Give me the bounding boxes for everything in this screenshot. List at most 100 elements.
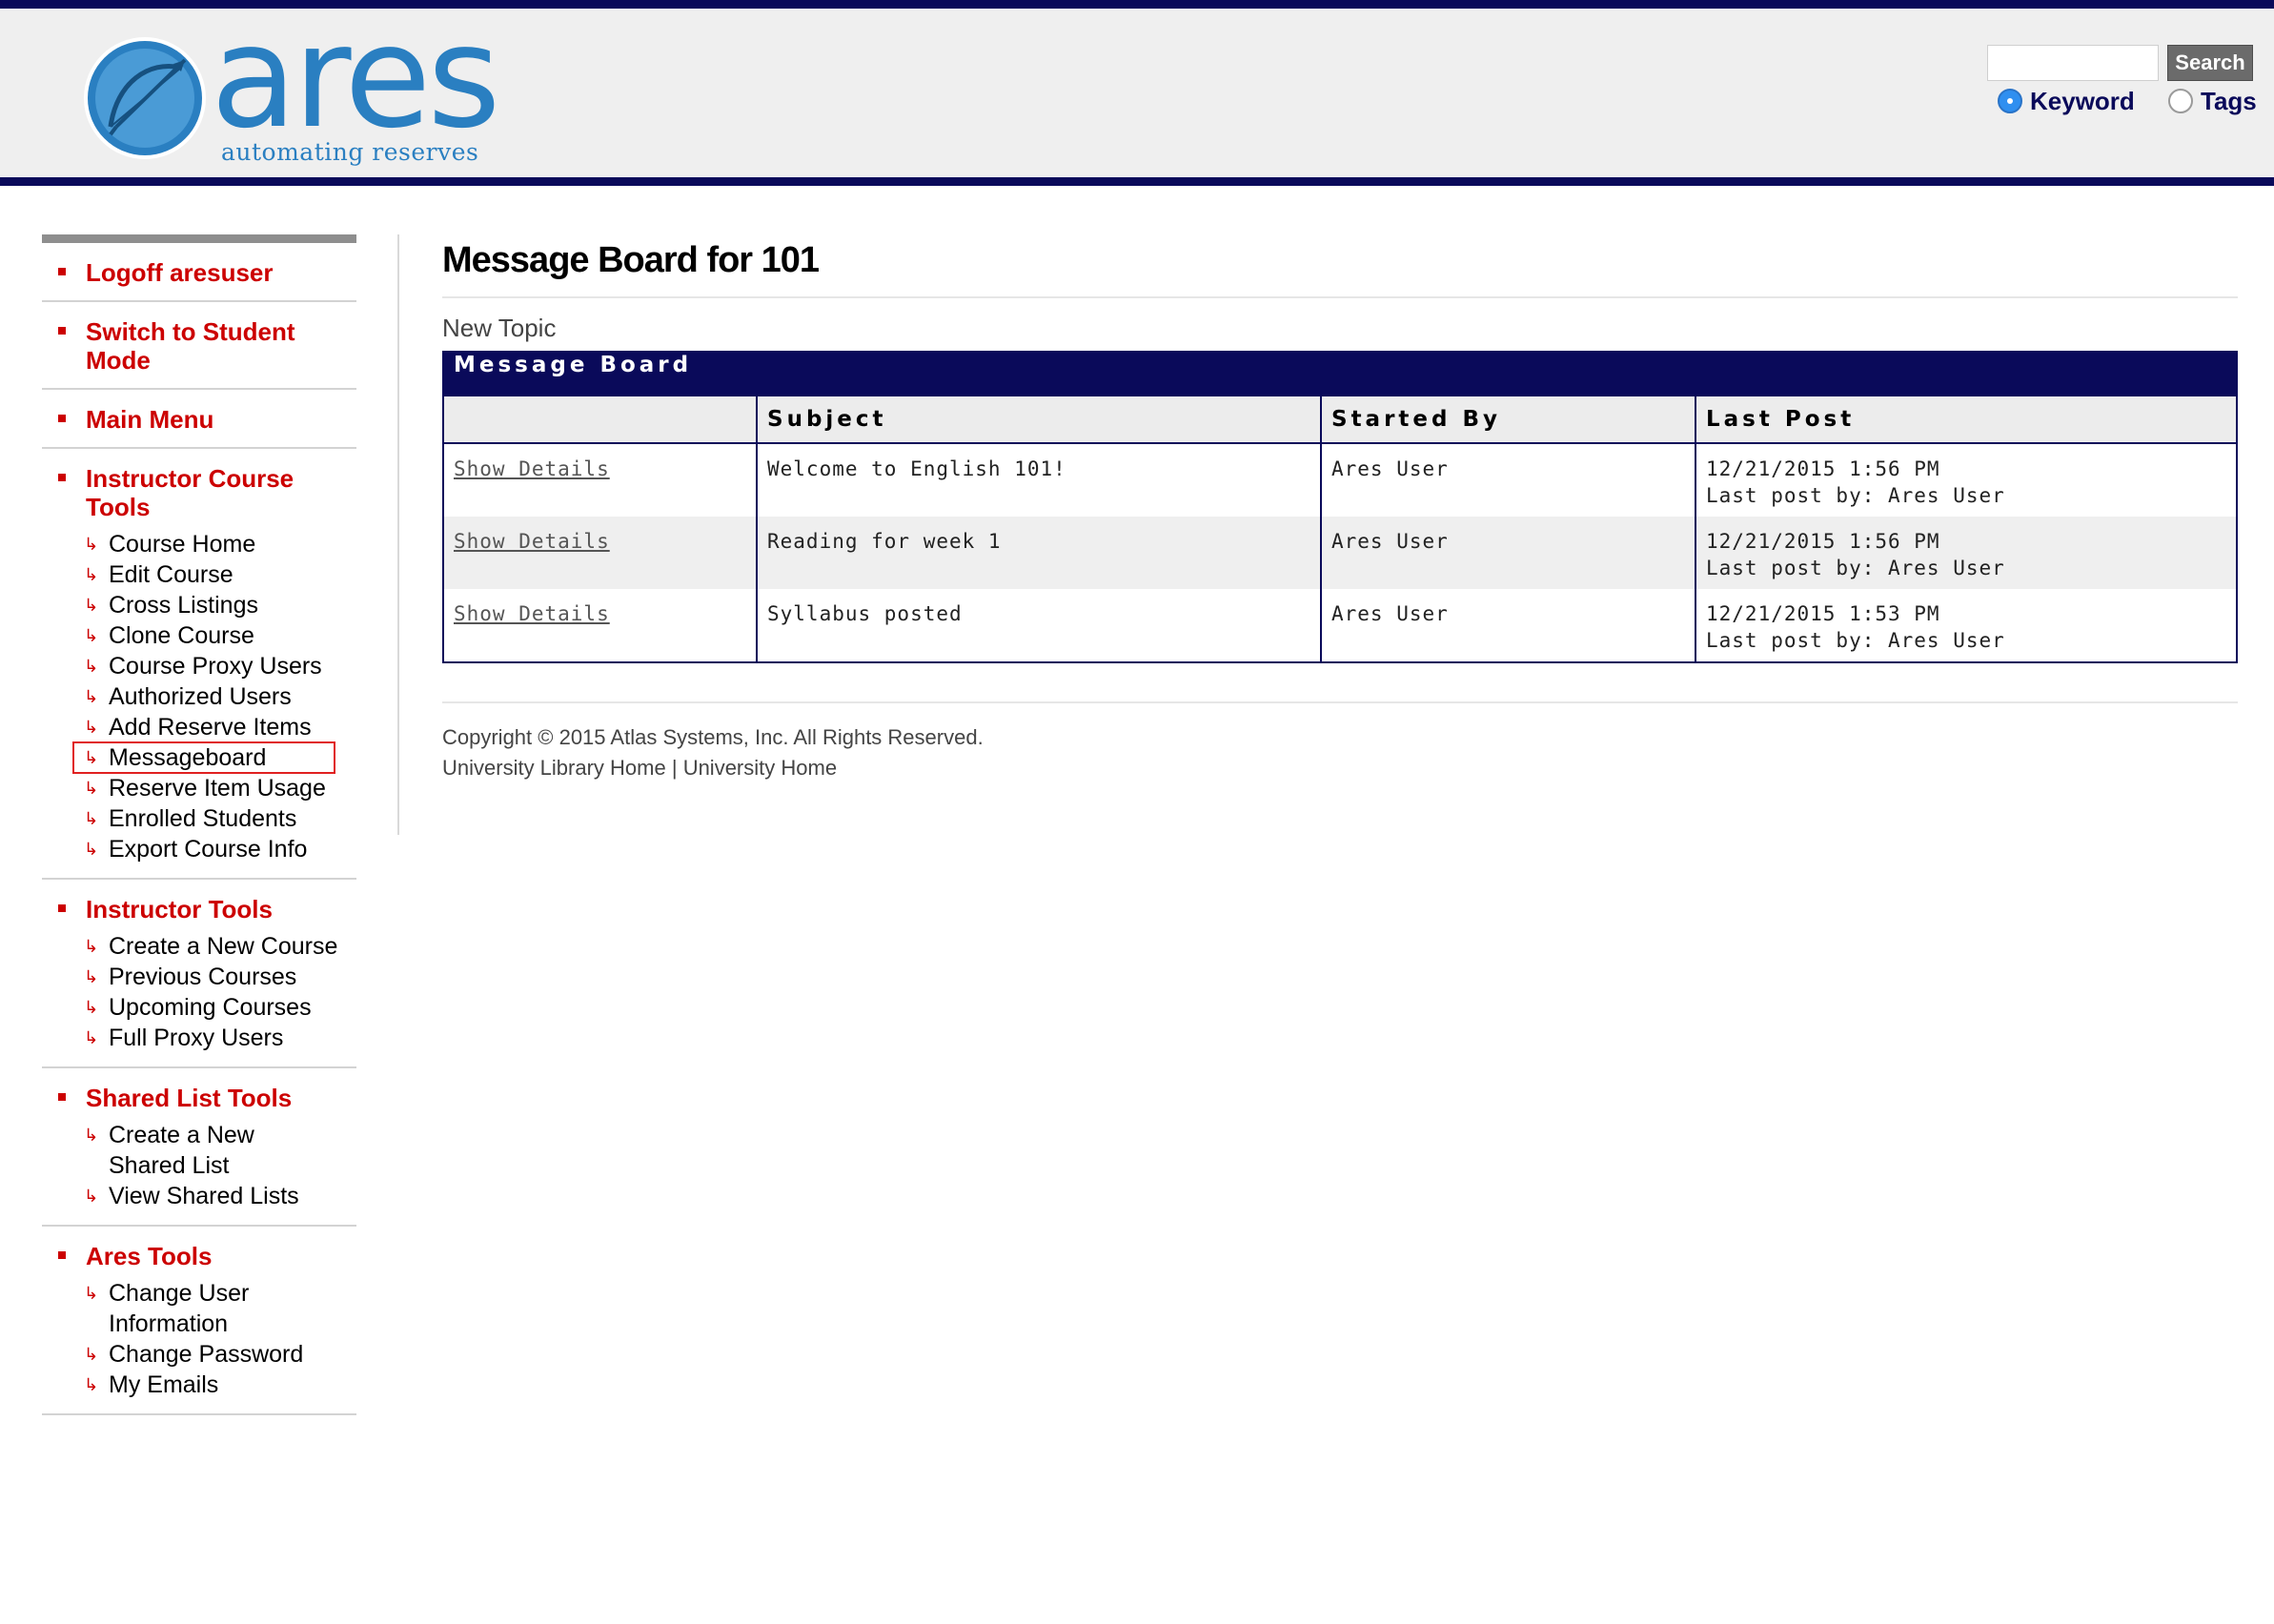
arrow-icon: ↳ xyxy=(84,998,99,1017)
bullet-icon xyxy=(58,1251,66,1259)
footer-divider xyxy=(442,701,2238,703)
sidebar-item-enrolled-students[interactable]: ↳ Enrolled Students xyxy=(42,803,356,834)
table-row: Show Details Syllabus posted Ares User 1… xyxy=(444,589,2236,661)
arrow-icon: ↳ xyxy=(84,1028,99,1047)
arrow-icon: ↳ xyxy=(84,840,99,859)
arrow-icon: ↳ xyxy=(84,626,99,645)
instructor-tools-heading[interactable]: Instructor Tools xyxy=(42,895,356,924)
table-header-row: Subject Started By Last Post xyxy=(444,396,2236,444)
started-by-cell: Ares User xyxy=(1321,517,1696,589)
arrow-icon: ↳ xyxy=(84,1345,99,1364)
main-menu-link[interactable]: Main Menu xyxy=(42,405,356,434)
arrow-icon: ↳ xyxy=(84,596,99,615)
table-row: Show Details Welcome to English 101! Are… xyxy=(444,443,2236,517)
last-post-author: Last post by: Ares User xyxy=(1706,484,2005,507)
last-post-cell: 12/21/2015 1:56 PM Last post by: Ares Us… xyxy=(1695,517,2236,589)
sidebar-item-change-user-information[interactable]: ↳ Change User Information xyxy=(42,1278,271,1339)
sidebar-item-course-proxy-users[interactable]: ↳ Course Proxy Users xyxy=(42,651,356,681)
bullet-icon xyxy=(58,1093,66,1101)
sidebar-section-shared-list-tools: Shared List Tools ↳ Create a New Shared L… xyxy=(42,1068,356,1227)
arrow-icon: ↳ xyxy=(84,1284,99,1303)
sidebar-item-course-home[interactable]: ↳ Course Home xyxy=(42,529,356,559)
show-details-link[interactable]: Show Details xyxy=(454,602,610,625)
sidebar-item-add-reserve-items[interactable]: ↳ Add Reserve Items xyxy=(42,712,356,742)
message-board-heading: Message Board xyxy=(444,353,2236,396)
show-details-link[interactable]: Show Details xyxy=(454,457,610,480)
sidebar-item-authorized-users[interactable]: ↳ Authorized Users xyxy=(42,681,356,712)
title-divider xyxy=(442,296,2238,298)
arrow-icon: ↳ xyxy=(84,967,99,986)
footer-links: University Library Home | University Hom… xyxy=(442,753,2238,783)
sidebar-item-my-emails[interactable]: ↳ My Emails xyxy=(42,1370,356,1400)
new-topic-link[interactable]: New Topic xyxy=(442,314,2238,343)
arrow-icon: ↳ xyxy=(84,565,99,584)
switch-student-mode-link[interactable]: Switch to Student Mode xyxy=(42,317,324,375)
bullet-icon xyxy=(58,904,66,912)
arrow-icon: ↳ xyxy=(84,748,99,767)
sidebar-item-view-shared-lists[interactable]: ↳ View Shared Lists xyxy=(42,1181,356,1211)
started-by-cell: Ares User xyxy=(1321,443,1696,517)
sidebar-item-export-course-info[interactable]: ↳ Export Course Info xyxy=(42,834,356,864)
bullet-icon xyxy=(58,415,66,422)
arrow-icon: ↳ xyxy=(84,535,99,554)
column-header-details xyxy=(444,396,758,444)
search-button[interactable]: Search xyxy=(2167,45,2253,81)
column-header-started-by: Started By xyxy=(1321,396,1696,444)
arrow-icon: ↳ xyxy=(84,718,99,737)
sidebar-item-change-password[interactable]: ↳ Change Password xyxy=(42,1339,356,1370)
keyword-option[interactable]: Keyword xyxy=(1998,85,2135,117)
subject-cell: Syllabus posted xyxy=(757,589,1322,661)
last-post-cell: 12/21/2015 1:56 PM Last post by: Ares Us… xyxy=(1695,443,2236,517)
started-by-cell: Ares User xyxy=(1321,589,1696,661)
last-post-author: Last post by: Ares User xyxy=(1706,557,2005,579)
page-footer: Copyright © 2015 Atlas Systems, Inc. All… xyxy=(442,722,2238,783)
sidebar-item-reserve-item-usage[interactable]: ↳ Reserve Item Usage xyxy=(42,773,356,803)
university-home-link[interactable]: University Home xyxy=(683,756,837,780)
bow-arrow-logo-icon xyxy=(84,37,206,159)
logoff-link[interactable]: Logoff aresuser xyxy=(42,258,356,287)
copyright-text: Copyright © 2015 Atlas Systems, Inc. All… xyxy=(442,725,984,749)
sidebar-item-upcoming-courses[interactable]: ↳ Upcoming Courses xyxy=(42,992,356,1023)
arrow-icon: ↳ xyxy=(84,779,99,798)
sidebar-item-previous-courses[interactable]: ↳ Previous Courses xyxy=(42,962,356,992)
sidebar-item-cross-listings[interactable]: ↳ Cross Listings xyxy=(42,590,356,620)
last-post-time: 12/21/2015 1:56 PM xyxy=(1706,530,1940,553)
bullet-icon xyxy=(58,268,66,275)
shared-list-tools-heading[interactable]: Shared List Tools xyxy=(42,1084,356,1112)
ares-logo[interactable]: ares automating reserves xyxy=(82,7,500,178)
sidebar-item-messageboard[interactable]: ↳ Messageboard xyxy=(42,741,356,774)
table-row: Show Details Reading for week 1 Ares Use… xyxy=(444,517,2236,589)
ares-tools-heading[interactable]: Ares Tools xyxy=(42,1242,356,1270)
last-post-cell: 12/21/2015 1:53 PM Last post by: Ares Us… xyxy=(1695,589,2236,661)
sidebar-section-ares-tools: Ares Tools ↳ Change User Information ↳ Cha… xyxy=(42,1227,356,1415)
arrow-icon: ↳ xyxy=(84,809,99,828)
instructor-course-tools-heading[interactable]: Instructor Course Tools xyxy=(42,464,324,521)
sidebar-item-full-proxy-users[interactable]: ↳ Full Proxy Users xyxy=(42,1023,356,1053)
arrow-icon: ↳ xyxy=(84,937,99,956)
last-post-author: Last post by: Ares User xyxy=(1706,629,2005,652)
column-header-last-post: Last Post xyxy=(1695,396,2236,444)
sidebar-divider xyxy=(397,234,399,835)
arrow-icon: ↳ xyxy=(84,687,99,706)
sidebar-item-edit-course[interactable]: ↳ Edit Course xyxy=(42,559,356,590)
keyword-label: Keyword xyxy=(2030,86,2135,115)
sidebar-section-logoff: Logoff aresuser xyxy=(42,243,356,302)
sidebar-item-create-shared-list[interactable]: ↳ Create a New Shared List xyxy=(42,1120,299,1181)
keyword-radio[interactable] xyxy=(1998,89,2022,113)
tags-option[interactable]: Tags xyxy=(2168,85,2257,117)
arrow-icon: ↳ xyxy=(84,1375,99,1394)
library-home-link[interactable]: University Library Home xyxy=(442,756,666,780)
sidebar-item-clone-course[interactable]: ↳ Clone Course xyxy=(42,620,356,651)
bullet-icon xyxy=(58,327,66,335)
search-input[interactable] xyxy=(1987,45,2159,81)
sidebar-item-create-new-course[interactable]: ↳ Create a New Course xyxy=(42,931,356,962)
show-details-link[interactable]: Show Details xyxy=(454,530,610,553)
footer-separator: | xyxy=(665,756,683,780)
tags-label: Tags xyxy=(2201,86,2257,115)
tags-radio[interactable] xyxy=(2168,89,2193,113)
sidebar-nav: Logoff aresuser Switch to Student Mode M… xyxy=(42,234,356,1415)
arrow-icon: ↳ xyxy=(84,657,99,676)
sidebar-section-switch-mode: Switch to Student Mode xyxy=(42,302,356,390)
sidebar-section-main-menu: Main Menu xyxy=(42,390,356,449)
sidebar-section-instructor-course-tools: Instructor Course Tools ↳ Course Home ↳ Ed… xyxy=(42,449,356,880)
